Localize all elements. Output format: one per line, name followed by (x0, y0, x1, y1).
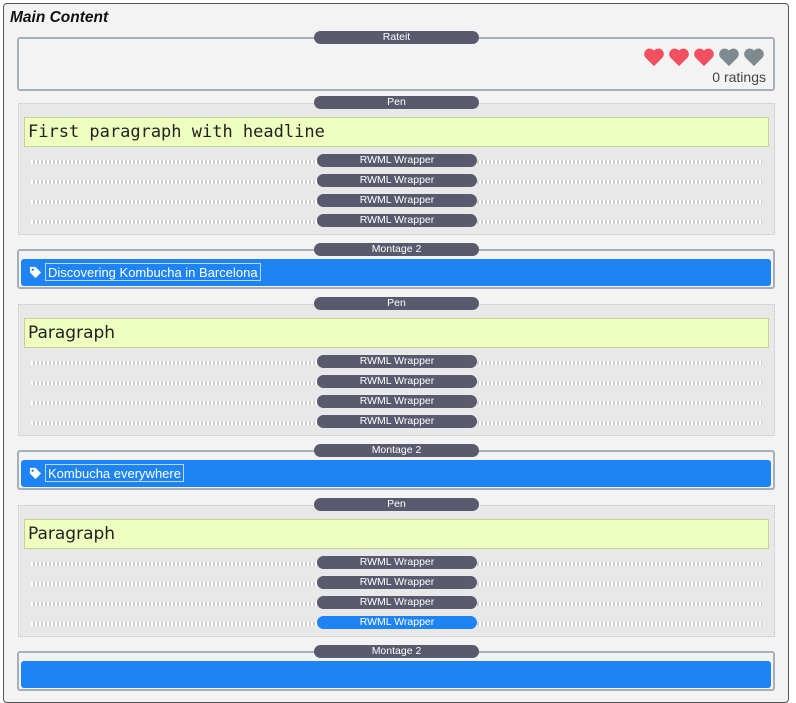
tag-bar[interactable] (21, 661, 771, 688)
tag-icon (29, 467, 42, 480)
module-label-montage[interactable]: Montage 2 (314, 444, 479, 457)
heart-icon-2[interactable] (668, 47, 690, 67)
module-label-montage[interactable]: Montage 2 (314, 243, 479, 256)
tag-label[interactable]: Kombucha everywhere (45, 464, 184, 482)
tag-bar[interactable]: Kombucha everywhere (21, 460, 771, 487)
pen-text-block[interactable]: Paragraph (24, 519, 769, 549)
rwml-wrapper-label-selected[interactable]: RWML Wrapper (317, 616, 477, 629)
heart-icon-5[interactable] (743, 47, 765, 67)
rating-hearts[interactable] (643, 47, 765, 67)
rwml-wrapper-label[interactable]: RWML Wrapper (317, 194, 477, 207)
rwml-wrapper-label[interactable]: RWML Wrapper (317, 355, 477, 368)
module-label-pen[interactable]: Pen (314, 96, 479, 109)
module-label-pen[interactable]: Pen (314, 498, 479, 511)
heart-icon-3[interactable] (693, 47, 715, 67)
rwml-wrapper-label[interactable]: RWML Wrapper (317, 174, 477, 187)
module-label-rateit[interactable]: Rateit (314, 31, 479, 44)
heart-icon-1[interactable] (643, 47, 665, 67)
rwml-wrapper-label[interactable]: RWML Wrapper (317, 214, 477, 227)
panel-title: Main Content (10, 9, 109, 26)
tag-label[interactable]: Discovering Kombucha in Barcelona (45, 263, 261, 281)
rwml-wrapper-label[interactable]: RWML Wrapper (317, 375, 477, 388)
pen-text-block[interactable]: First paragraph with headline (24, 117, 769, 147)
rwml-wrapper-label[interactable]: RWML Wrapper (317, 415, 477, 428)
module-label-pen[interactable]: Pen (314, 297, 479, 310)
rwml-wrapper-label[interactable]: RWML Wrapper (317, 556, 477, 569)
module-label-montage[interactable]: Montage 2 (314, 645, 479, 658)
rwml-wrapper-label[interactable]: RWML Wrapper (317, 576, 477, 589)
pen-text-block[interactable]: Paragraph (24, 318, 769, 348)
tag-icon (29, 266, 42, 279)
rwml-wrapper-label[interactable]: RWML Wrapper (317, 395, 477, 408)
rwml-wrapper-label[interactable]: RWML Wrapper (317, 596, 477, 609)
heart-icon-4[interactable] (718, 47, 740, 67)
tag-bar[interactable]: Discovering Kombucha in Barcelona (21, 259, 771, 286)
rateit-module[interactable]: 0 ratings (17, 37, 775, 91)
rwml-wrapper-label[interactable]: RWML Wrapper (317, 154, 477, 167)
ratings-count: 0 ratings (712, 69, 766, 85)
